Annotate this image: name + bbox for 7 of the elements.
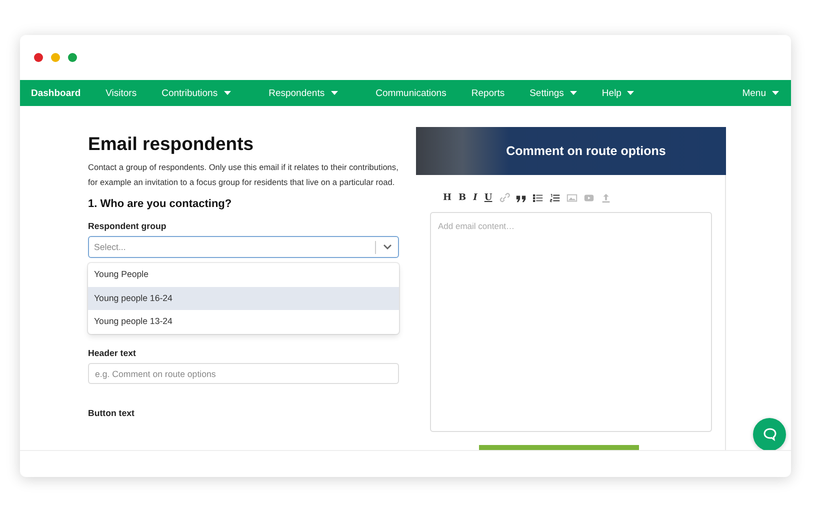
field-label: Header text bbox=[88, 348, 137, 358]
field-label: Respondent group bbox=[88, 221, 168, 231]
page-title: Email respondents bbox=[88, 133, 255, 155]
banner-title: Comment on route options bbox=[505, 144, 666, 158]
section-heading: 1. Who are you contacting? bbox=[88, 198, 233, 210]
intro-text: Contact a group of respondents. Only use this email if it relates to their contributions, for example an invitation to a focus group for residents that live on a particular road. bbox=[88, 161, 399, 189]
field-label: Button text bbox=[88, 408, 136, 418]
